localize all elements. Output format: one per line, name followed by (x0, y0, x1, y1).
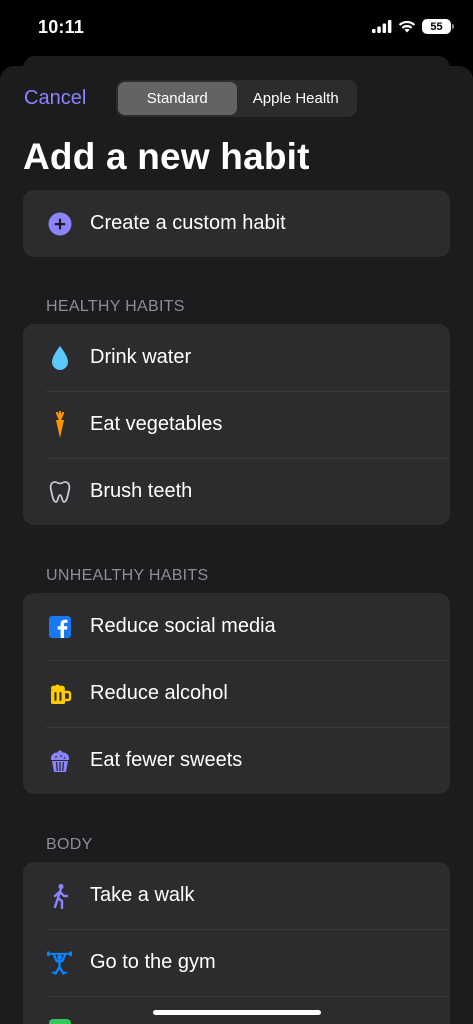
source-segmented-control: Standard Apple Health (116, 80, 357, 117)
create-custom-habit-label: Create a custom habit (90, 212, 286, 234)
habit-take-a-walk[interactable]: Take a walk (23, 862, 450, 929)
page-title: Add a new habit (23, 136, 310, 177)
section-header-healthy: HEALTHY HABITS (46, 298, 185, 315)
segment-apple-health[interactable]: Apple Health (237, 82, 356, 115)
scale-icon (46, 1016, 73, 1024)
cancel-button[interactable]: Cancel (24, 87, 86, 110)
habit-label: Reduce social media (90, 615, 276, 637)
habit-label: Brush teeth (90, 480, 193, 502)
wifi-icon (398, 20, 416, 33)
cupcake-icon (46, 747, 73, 774)
habit-label: Reduce alcohol (90, 682, 228, 704)
status-icons: 55 (372, 19, 454, 34)
body-habits-list: Take a walk Go to the gym (23, 862, 450, 1024)
habit-eat-vegetables[interactable]: Eat vegetables (23, 391, 450, 458)
cellular-signal-icon (372, 20, 392, 33)
habit-label: Drink water (90, 346, 192, 368)
water-drop-icon (46, 344, 73, 371)
create-custom-habit-button[interactable]: Create a custom habit (23, 190, 450, 257)
unhealthy-habits-list: Reduce social media Reduce alcohol Eat f… (23, 593, 450, 794)
habit-label: Take a walk (90, 884, 195, 906)
walking-figure-icon (46, 882, 73, 909)
home-indicator (153, 1010, 321, 1015)
healthy-habits-list: Drink water Eat vegetables Brush teeth (23, 324, 450, 525)
tooth-icon (46, 478, 73, 505)
section-header-unhealthy: UNHEALTHY HABITS (46, 567, 209, 584)
custom-habit-card: Create a custom habit (23, 190, 450, 257)
habit-brush-teeth[interactable]: Brush teeth (23, 458, 450, 525)
status-time: 10:11 (38, 17, 85, 37)
add-habit-sheet: Cancel Standard Apple Health Add a new h… (0, 66, 473, 1024)
weightlifter-icon (46, 949, 73, 976)
navigation-bar: Cancel Standard Apple Health (0, 66, 473, 132)
habit-drink-water[interactable]: Drink water (23, 324, 450, 391)
status-bar: 10:11 55 (0, 0, 473, 58)
section-header-body: BODY (46, 836, 93, 853)
habit-reduce-alcohol[interactable]: Reduce alcohol (23, 660, 450, 727)
habit-label: Go to the gym (90, 951, 216, 973)
beer-mug-icon (46, 680, 73, 707)
habit-eat-fewer-sweets[interactable]: Eat fewer sweets (23, 727, 450, 794)
facebook-icon (46, 613, 73, 640)
habit-label: Eat fewer sweets (90, 749, 243, 771)
battery-icon: 55 (422, 19, 454, 34)
habit-reduce-social-media[interactable]: Reduce social media (23, 593, 450, 660)
habit-label: Eat vegetables (90, 413, 223, 435)
carrot-icon (46, 410, 73, 438)
segment-standard[interactable]: Standard (118, 82, 237, 115)
plus-circle-icon (46, 210, 73, 237)
habit-go-to-the-gym[interactable]: Go to the gym (23, 929, 450, 996)
